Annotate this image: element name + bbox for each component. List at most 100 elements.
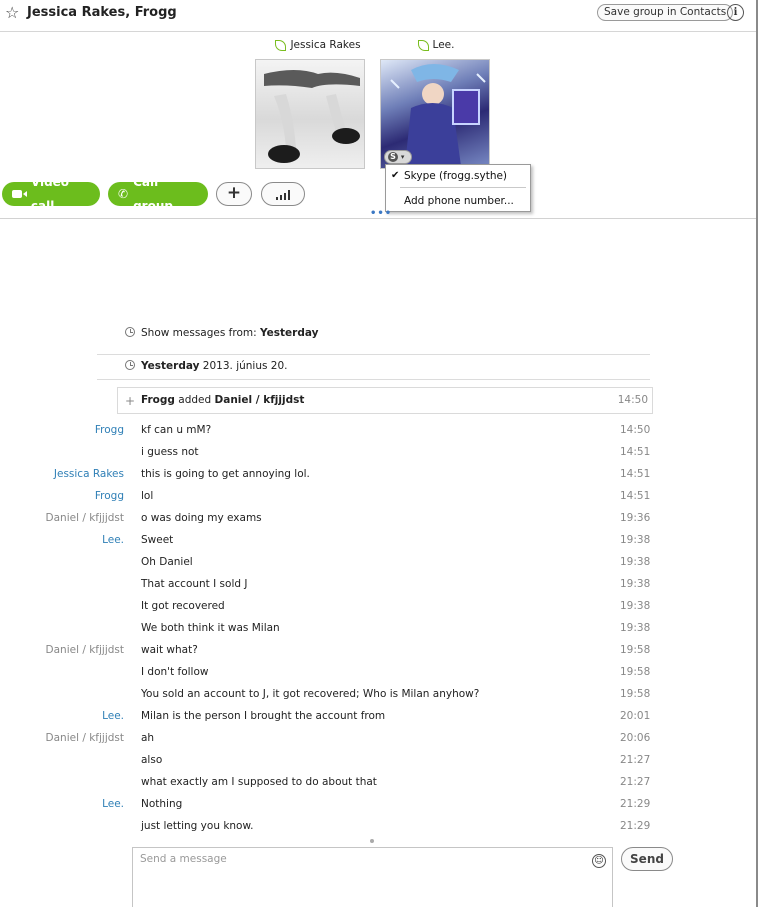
chevron-down-icon: ▾ [400, 153, 405, 161]
message-text: kf can u mM? [141, 424, 212, 436]
participant-added-event: + Frogg added Daniel / kfjjjdst 14:50 [117, 387, 653, 414]
message-row: i guess not 14:51 [0, 441, 756, 463]
conversation-title: Jessica Rakes, Frogg [27, 5, 177, 20]
send-button[interactable]: Send [621, 847, 673, 871]
skype-icon: S [388, 152, 398, 162]
message-row: I don't follow 19:58 [0, 661, 756, 683]
message-time: 21:29 [620, 798, 651, 810]
message-text: o was doing my exams [141, 512, 262, 524]
signal-bars-icon [276, 190, 292, 200]
message-time: 19:58 [620, 644, 651, 656]
message-sender[interactable]: Lee. [102, 798, 124, 810]
message-text: what exactly am I supposed to do about t… [141, 776, 377, 788]
message-text: We both think it was Milan [141, 622, 280, 634]
message-time: 19:38 [620, 622, 651, 634]
message-text: ah [141, 732, 155, 744]
message-time: 19:38 [620, 556, 651, 568]
message-time: 19:36 [620, 512, 651, 524]
message-text: Oh Daniel [141, 556, 193, 568]
message-time: 21:27 [620, 776, 651, 788]
message-time: 14:51 [620, 468, 651, 480]
message-sender[interactable]: Frogg [95, 424, 124, 436]
composer-resize-handle[interactable] [370, 839, 374, 843]
message-text: Nothing [141, 798, 183, 810]
message-text: You sold an account to J, it got recover… [141, 688, 480, 700]
checkmark-icon: ✔ [391, 170, 400, 181]
message-row: just letting you know. 21:29 [0, 815, 756, 837]
info-icon[interactable]: i [727, 4, 744, 21]
message-list: Frogg kf can u mM? 14:50 i guess not 14:51 … [0, 419, 756, 837]
add-button[interactable]: + [216, 182, 252, 206]
call-group-button[interactable]: ✆ Call group [108, 175, 208, 213]
message-time: 14:51 [620, 490, 651, 502]
date-full: 2013. június 20. [202, 360, 288, 372]
message-row: Oh Daniel 19:38 [0, 551, 756, 573]
message-row: Daniel / kfjjjdst wait what? 19:58 [0, 639, 756, 661]
message-row: what exactly am I supposed to do about t… [0, 771, 756, 793]
video-call-label: Video call [30, 175, 70, 213]
message-row: Lee. Sweet 19:38 [0, 529, 756, 551]
menu-separator [400, 187, 526, 188]
avatar-jessica[interactable] [255, 59, 365, 169]
message-text: i guess not [141, 446, 199, 458]
message-placeholder: Send a message [140, 853, 227, 865]
message-sender[interactable]: Frogg [95, 490, 124, 502]
clock-icon [125, 360, 135, 370]
message-row: Frogg lol 14:51 [0, 485, 756, 507]
message-text: this is going to get annoying lol. [141, 468, 310, 480]
event-verb: added [178, 394, 212, 406]
message-sender[interactable]: Daniel / kfjjjdst [46, 644, 124, 656]
message-row: also 21:27 [0, 749, 756, 771]
event-time: 14:50 [617, 394, 648, 406]
message-row: Lee. Nothing 21:29 [0, 793, 756, 815]
video-camera-icon [12, 190, 27, 198]
message-sender[interactable]: Jessica Rakes [54, 468, 124, 480]
message-text: I don't follow [141, 666, 209, 678]
message-time: 14:51 [620, 446, 651, 458]
menu-item-label: Add phone number... [404, 195, 514, 207]
message-row: Jessica Rakes this is going to get annoyi… [0, 463, 756, 485]
participant-name: Lee. [432, 39, 455, 51]
participant-lee[interactable]: Lee. [376, 38, 496, 54]
menu-item-add-phone[interactable]: Add phone number... [386, 191, 530, 211]
message-text: wait what? [141, 644, 198, 656]
event-target: Daniel / kfjjjdst [214, 394, 305, 406]
menu-item-skype[interactable]: ✔ Skype (frogg.sythe) [386, 166, 530, 186]
contact-method-dropdown[interactable]: S ▾ [384, 150, 412, 164]
message-text: That account I sold J [141, 578, 248, 590]
emoticon-icon[interactable]: ☺ [592, 854, 606, 868]
message-row: Lee. Milan is the person I brought the ac… [0, 705, 756, 727]
message-text: lol [141, 490, 154, 502]
message-input[interactable]: Send a message ☺ [132, 847, 613, 907]
message-row: Frogg kf can u mM? 14:50 [0, 419, 756, 441]
message-sender[interactable]: Daniel / kfjjjdst [46, 512, 124, 524]
event-text: Frogg added Daniel / kfjjjdst [141, 394, 304, 406]
message-row: That account I sold J 19:38 [0, 573, 756, 595]
save-group-button[interactable]: Save group in Contacts [597, 4, 734, 21]
message-sender[interactable]: Daniel / kfjjjdst [46, 732, 124, 744]
show-from-label: Show messages from: [141, 327, 257, 339]
divider [97, 354, 650, 355]
header-divider [0, 218, 756, 219]
message-text: Milan is the person I brought the accoun… [141, 710, 386, 722]
message-time: 19:58 [620, 666, 651, 678]
video-call-button[interactable]: Video call [2, 175, 100, 213]
participant-name-label: Jessica Rakes [275, 38, 361, 52]
message-time: 21:29 [620, 820, 651, 832]
call-quality-button[interactable] [261, 182, 305, 206]
conversation-window: ☆ Jessica Rakes, Frogg Save group in Con… [0, 0, 758, 907]
participant-name: Jessica Rakes [290, 39, 361, 51]
participant-jessica[interactable]: Jessica Rakes [258, 38, 378, 54]
contact-method-menu: ✔ Skype (frogg.sythe) Add phone number..… [385, 164, 531, 212]
show-from-value[interactable]: Yesterday [260, 327, 318, 339]
message-text: just letting you know. [141, 820, 254, 832]
message-sender[interactable]: Lee. [102, 534, 124, 546]
favorite-star-icon[interactable]: ☆ [5, 3, 19, 22]
participant-name-label: Lee. [417, 38, 455, 52]
show-messages-from[interactable]: Show messages from: Yesterday [125, 327, 318, 339]
conversation-header: ☆ Jessica Rakes, Frogg Save group in Con… [0, 0, 756, 32]
message-sender[interactable]: Lee. [102, 710, 124, 722]
message-row: It got recovered 19:38 [0, 595, 756, 617]
status-online-icon [417, 39, 429, 51]
message-time: 20:06 [620, 732, 651, 744]
